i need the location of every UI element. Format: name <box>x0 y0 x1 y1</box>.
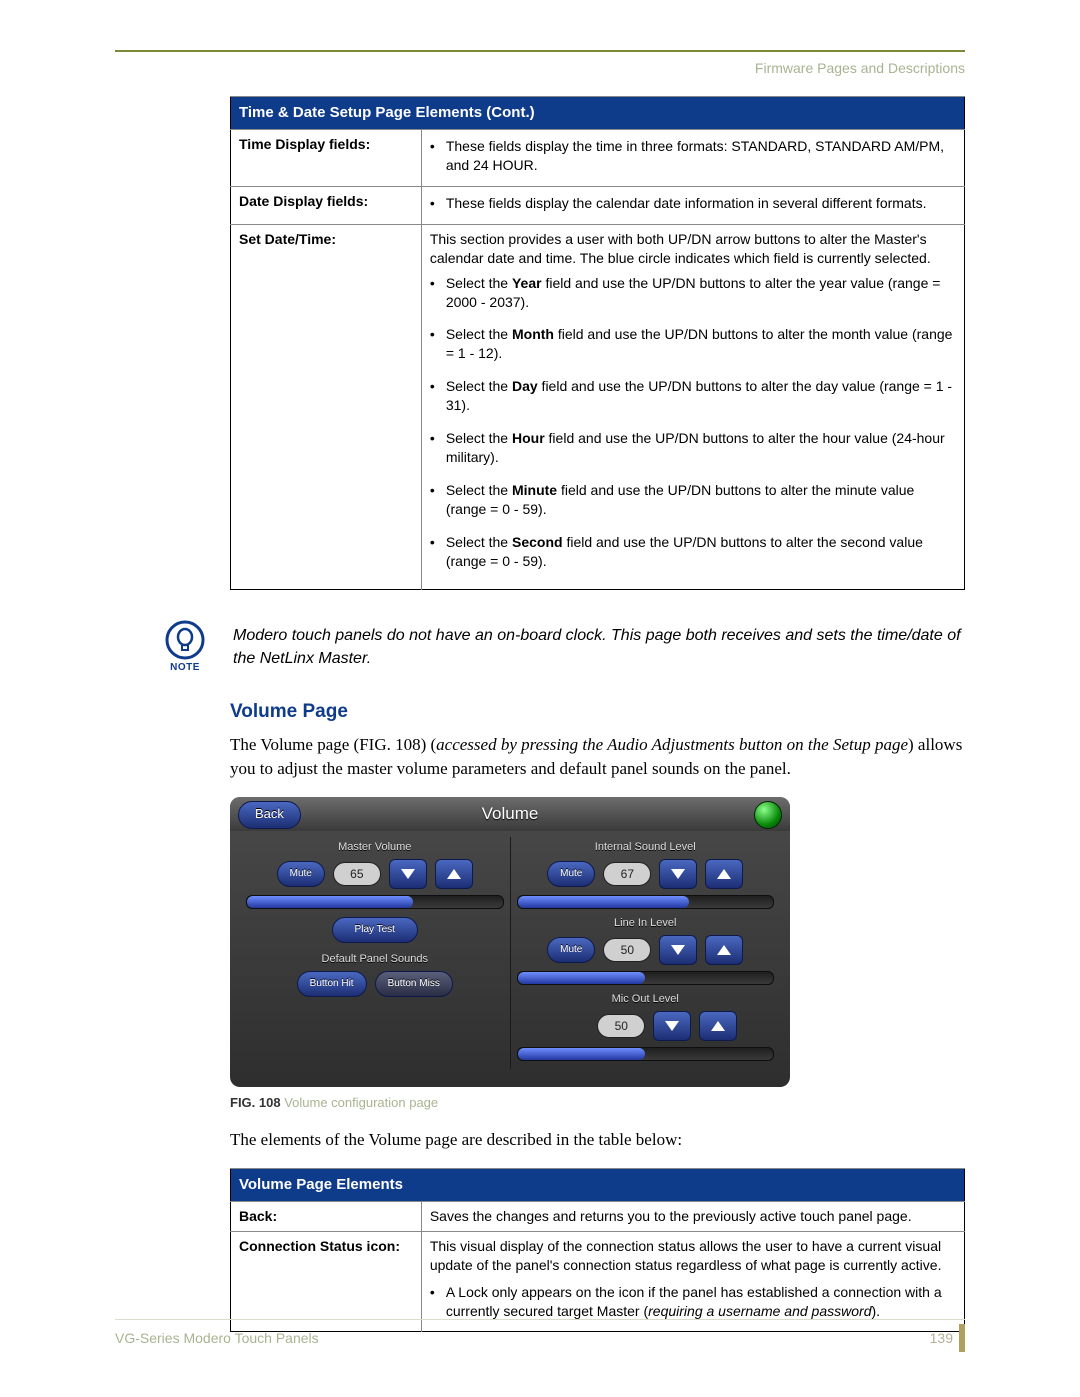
volume-down-button[interactable] <box>659 935 697 965</box>
row-body: • These fields display the time in three… <box>421 130 964 187</box>
connection-status-icon <box>754 801 782 829</box>
triangle-down-icon <box>401 869 415 879</box>
row-body: This visual display of the connection st… <box>421 1231 964 1332</box>
row-label: Connection Status icon: <box>231 1231 422 1332</box>
bullet-icon: • <box>430 274 446 320</box>
button-miss-button[interactable]: Button Miss <box>375 971 453 997</box>
mute-button[interactable]: Mute <box>547 937 595 963</box>
internal-sound-slider[interactable] <box>517 895 775 909</box>
bullet-icon: • <box>430 194 446 213</box>
triangle-down-icon <box>671 869 685 879</box>
triangle-up-icon <box>711 1021 725 1031</box>
back-button[interactable]: Back <box>238 801 301 829</box>
panel-title: Volume <box>482 804 539 824</box>
mic-out-slider[interactable] <box>517 1047 775 1061</box>
bullet-icon: • <box>430 377 446 423</box>
table-row: Date Display fields: • These fields disp… <box>231 187 965 225</box>
list-item: A Lock only appears on the icon if the p… <box>446 1283 956 1321</box>
note-callout: NOTE Modero touch panels do not have an … <box>165 620 965 673</box>
section-title: Volume Page <box>230 701 965 723</box>
table-row: Connection Status icon: This visual disp… <box>231 1231 965 1332</box>
line-in-value: 50 <box>603 938 651 962</box>
table-header: Volume Page Elements <box>231 1168 965 1201</box>
bullet-icon: • <box>430 481 446 527</box>
table-header: Time & Date Setup Page Elements (Cont.) <box>231 97 965 130</box>
bullet-icon: • <box>430 533 446 579</box>
master-volume-slider[interactable] <box>246 895 504 909</box>
volume-up-button[interactable] <box>699 1011 737 1041</box>
list-item: Select the Second field and use the UP/D… <box>446 533 956 571</box>
volume-up-button[interactable] <box>435 859 473 889</box>
figure-caption: FIG. 108 Volume configuration page <box>230 1095 965 1110</box>
volume-down-button[interactable] <box>389 859 427 889</box>
table-row: Back: Saves the changes and returns you … <box>231 1202 965 1232</box>
volume-up-button[interactable] <box>705 935 743 965</box>
list-item: Select the Minute field and use the UP/D… <box>446 481 956 519</box>
list-item: Select the Hour field and use the UP/DN … <box>446 429 956 467</box>
volume-panel-figure: Back Volume Master Volume Mute 65 P <box>230 797 790 1087</box>
header-section-title: Firmware Pages and Descriptions <box>115 60 965 76</box>
row-body: • These fields display the calendar date… <box>421 187 964 225</box>
mute-button[interactable]: Mute <box>547 861 595 887</box>
mic-out-label: Mic Out Level <box>517 993 775 1005</box>
mic-out-value: 50 <box>597 1014 645 1038</box>
row-text: This visual display of the connection st… <box>430 1237 956 1275</box>
row-label: Time Display fields: <box>231 130 422 187</box>
triangle-down-icon <box>671 945 685 955</box>
row-text: Saves the changes and returns you to the… <box>421 1202 964 1232</box>
triangle-up-icon <box>447 869 461 879</box>
master-volume-value: 65 <box>333 862 381 886</box>
table-row: Set Date/Time: This section provides a u… <box>231 224 965 589</box>
table-row: Time Display fields: • These fields disp… <box>231 130 965 187</box>
bullet-icon: • <box>430 325 446 371</box>
row-text: This section provides a user with both U… <box>430 230 956 268</box>
master-volume-label: Master Volume <box>246 841 504 853</box>
bullet-icon: • <box>430 137 446 175</box>
list-item: Select the Month field and use the UP/DN… <box>446 325 956 363</box>
volume-down-button[interactable] <box>659 859 697 889</box>
internal-sound-value: 67 <box>603 862 651 886</box>
volume-up-button[interactable] <box>705 859 743 889</box>
list-item: Select the Year field and use the UP/DN … <box>446 274 956 312</box>
triangle-up-icon <box>717 945 731 955</box>
button-hit-button[interactable]: Button Hit <box>297 971 367 997</box>
volume-down-button[interactable] <box>653 1011 691 1041</box>
note-label: NOTE <box>170 662 200 673</box>
default-sounds-label: Default Panel Sounds <box>246 953 504 965</box>
row-body: This section provides a user with both U… <box>421 224 964 589</box>
bullet-icon: • <box>430 429 446 475</box>
page-footer: VG-Series Modero Touch Panels 139 <box>115 1319 965 1352</box>
list-item: Select the Day field and use the UP/DN b… <box>446 377 956 415</box>
volume-elements-table: Volume Page Elements Back: Saves the cha… <box>230 1168 965 1333</box>
bullet-icon: • <box>430 1283 446 1321</box>
body-paragraph: The elements of the Volume page are desc… <box>230 1128 965 1152</box>
lightbulb-icon <box>165 620 205 660</box>
row-label: Back: <box>231 1202 422 1232</box>
play-test-button[interactable]: Play Test <box>332 917 418 943</box>
time-date-table: Time & Date Setup Page Elements (Cont.) … <box>230 96 965 590</box>
top-rule <box>115 50 965 52</box>
row-label: Set Date/Time: <box>231 224 422 589</box>
internal-sound-label: Internal Sound Level <box>517 841 775 853</box>
footer-title: VG-Series Modero Touch Panels <box>115 1330 319 1346</box>
page-number: 139 <box>930 1324 965 1352</box>
note-text: Modero touch panels do not have an on-bo… <box>233 624 965 670</box>
line-in-slider[interactable] <box>517 971 775 985</box>
line-in-label: Line In Level <box>517 917 775 929</box>
triangle-down-icon <box>665 1021 679 1031</box>
row-text: These fields display the calendar date i… <box>446 194 927 213</box>
triangle-up-icon <box>717 869 731 879</box>
row-label: Date Display fields: <box>231 187 422 225</box>
mute-button[interactable]: Mute <box>277 861 325 887</box>
section-paragraph: The Volume page (FIG. 108) (accessed by … <box>230 733 965 781</box>
row-text: These fields display the time in three f… <box>446 137 956 175</box>
